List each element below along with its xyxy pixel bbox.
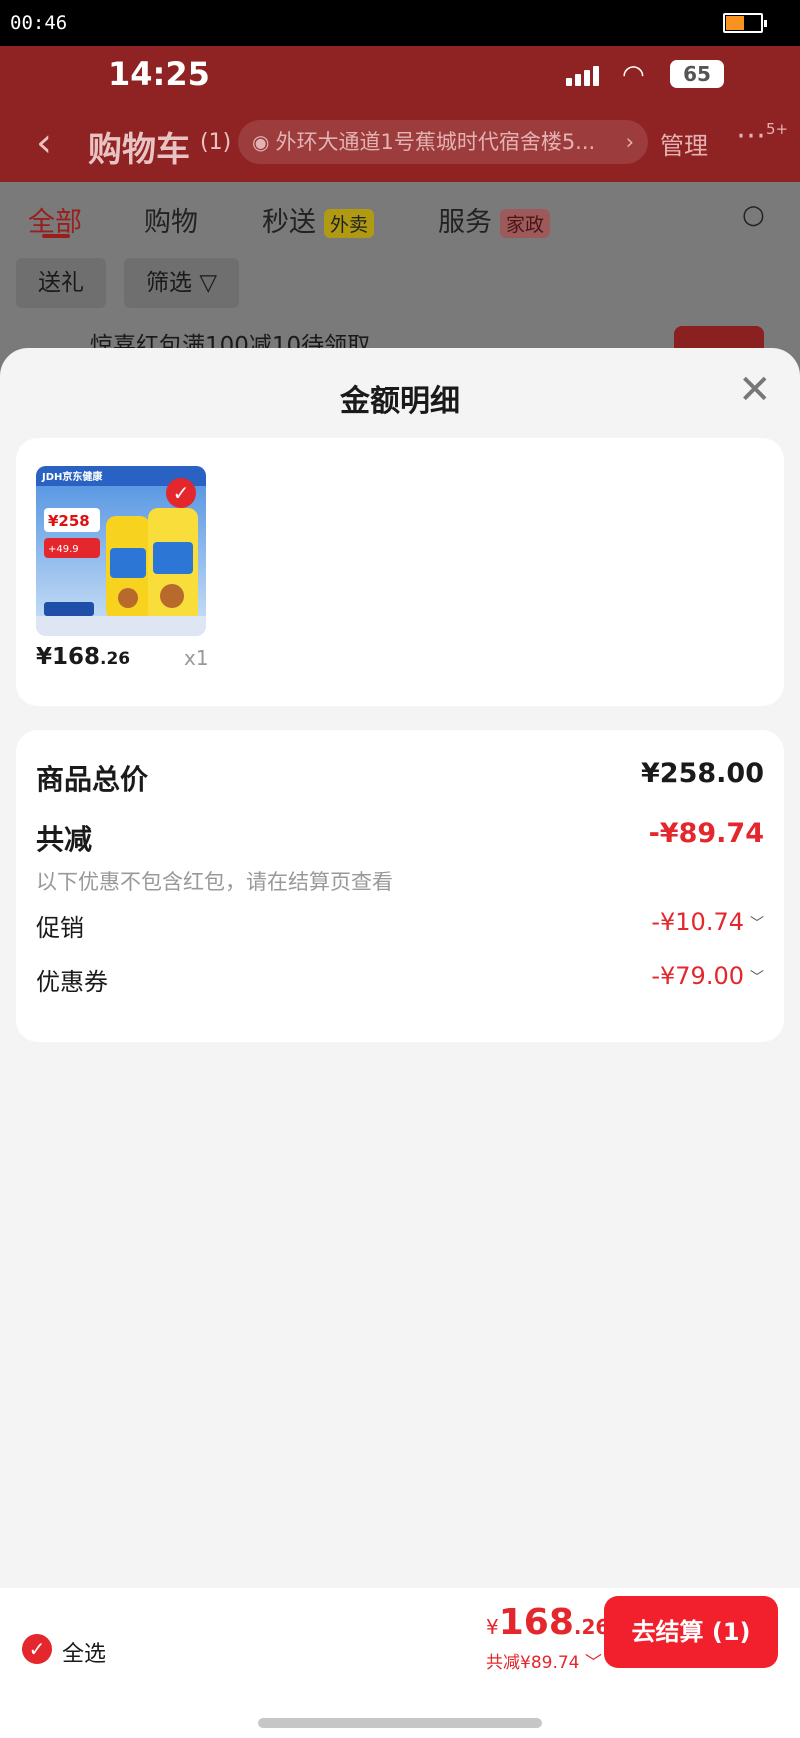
total-yen: ¥ — [486, 1615, 499, 1639]
battery-icon — [723, 13, 767, 33]
wifi-icon: ◠ — [622, 60, 645, 90]
cart-navbar: ‹ 购物车 (1) ◉ 外环大通道1号蕉城时代宿舍楼5... › 管理 ⋯5+ — [0, 106, 800, 182]
tab-express[interactable]: 秒送 外卖 — [262, 200, 375, 239]
tab-express-label: 秒送 — [262, 207, 316, 238]
total-price-label: 商品总价 — [36, 763, 149, 796]
more-badge: 5+ — [766, 120, 789, 138]
tab-service-label: 服务 — [438, 207, 492, 238]
tab-shopping[interactable]: 购物 — [144, 200, 198, 239]
tab-service[interactable]: 服务 家政 — [438, 200, 551, 239]
promo-label: 促销 — [36, 914, 84, 942]
manage-button[interactable]: 管理 — [660, 126, 708, 161]
page-title: 购物车 — [88, 130, 190, 170]
discount-value: -¥89.74 — [648, 818, 764, 849]
chevron-down-icon: ﹀ — [579, 1653, 602, 1673]
filter-chips: 送礼 筛选 ▽ — [0, 252, 800, 316]
tab-underline — [42, 234, 70, 238]
selected-check-icon: ✓ — [166, 478, 196, 508]
ios-status-bar: 14:25 ◠ 65 — [0, 46, 800, 106]
coupon-label: 优惠券 — [36, 968, 108, 996]
chevron-right-icon: › — [625, 130, 634, 154]
cart-count: (1) — [200, 130, 232, 155]
battery-level: 65 — [670, 60, 724, 88]
checkout-button[interactable]: 去结算 (1) — [604, 1596, 778, 1668]
system-status-bar: 00:46 — [0, 0, 800, 46]
product-price: ¥168.26 — [36, 644, 130, 670]
filter-chip-label: 筛选 — [146, 270, 192, 296]
signal-icon — [566, 66, 602, 86]
status-time: 14:25 — [108, 55, 210, 93]
svg-text:¥258: ¥258 — [48, 512, 90, 530]
cart-tabs: 全部 购物 秒送 外卖 服务 家政 ○ — [0, 182, 800, 252]
price-detail-card: 商品总价 ¥258.00 共减 -¥89.74 以下优惠不包含红包，请在结算页查… — [16, 730, 784, 1042]
tab-service-tag: 家政 — [500, 209, 551, 238]
system-clock: 00:46 — [10, 12, 68, 34]
sheet-title: 金额明细 — [340, 384, 460, 419]
eye-icon: ◉ — [252, 130, 270, 154]
promo-value-wrap: -¥10.74 ﹀ — [651, 908, 764, 936]
product-card: JDH京东健康 ¥258 +49.9 ✓ ¥168.26 x1 — [16, 438, 784, 706]
product-quantity: x1 — [184, 646, 209, 670]
checkout-bar: ✓ 全选 ¥168.26 共减¥89.74 ﹀ 去结算 (1) — [0, 1588, 800, 1738]
select-all-label[interactable]: 全选 — [62, 1636, 106, 1668]
filter-icon: ▽ — [199, 270, 218, 296]
address-text: 外环大通道1号蕉城时代宿舍楼5... — [275, 130, 596, 154]
close-icon[interactable]: ✕ — [738, 370, 772, 410]
select-all-check-icon[interactable]: ✓ — [22, 1634, 52, 1664]
total-main: 168 — [498, 1602, 574, 1643]
search-icon[interactable]: ○ — [742, 200, 765, 230]
total-amount: ¥168.26 — [486, 1602, 609, 1643]
chevron-down-icon: ﹀ — [750, 916, 764, 932]
product-price-decimal: .26 — [100, 649, 131, 669]
more-icon[interactable]: ⋯5+ — [736, 118, 788, 153]
saved-amount[interactable]: 共减¥89.74 ﹀ — [486, 1648, 602, 1673]
product-price-main: ¥168 — [36, 644, 101, 670]
tab-express-tag: 外卖 — [324, 209, 375, 238]
saved-text: 共减¥89.74 — [486, 1653, 580, 1673]
gift-chip[interactable]: 送礼 — [16, 258, 106, 308]
product-image[interactable]: JDH京东健康 ¥258 +49.9 ✓ — [36, 466, 206, 636]
total-price-value: ¥258.00 — [641, 758, 764, 789]
home-indicator — [258, 1718, 542, 1728]
amount-detail-sheet: 金额明细 ✕ JDH京东健康 ¥258 +49.9 ✓ ¥168.26 x1 商… — [0, 348, 800, 1738]
discount-label: 共减 — [36, 823, 93, 856]
promo-value: -¥10.74 — [651, 908, 744, 936]
brand-logo-text: JDH京东健康 — [41, 470, 103, 483]
address-selector[interactable]: ◉ 外环大通道1号蕉城时代宿舍楼5... › — [238, 120, 648, 164]
coupon-value: -¥79.00 — [651, 962, 744, 990]
svg-text:+49.9: +49.9 — [48, 544, 79, 555]
coupon-value-wrap: -¥79.00 ﹀ — [651, 962, 764, 990]
discount-note: 以下优惠不包含红包，请在结算页查看 — [36, 870, 393, 894]
filter-chip[interactable]: 筛选 ▽ — [124, 258, 240, 308]
chevron-down-icon: ﹀ — [750, 970, 764, 986]
back-icon[interactable]: ‹ — [36, 120, 52, 166]
